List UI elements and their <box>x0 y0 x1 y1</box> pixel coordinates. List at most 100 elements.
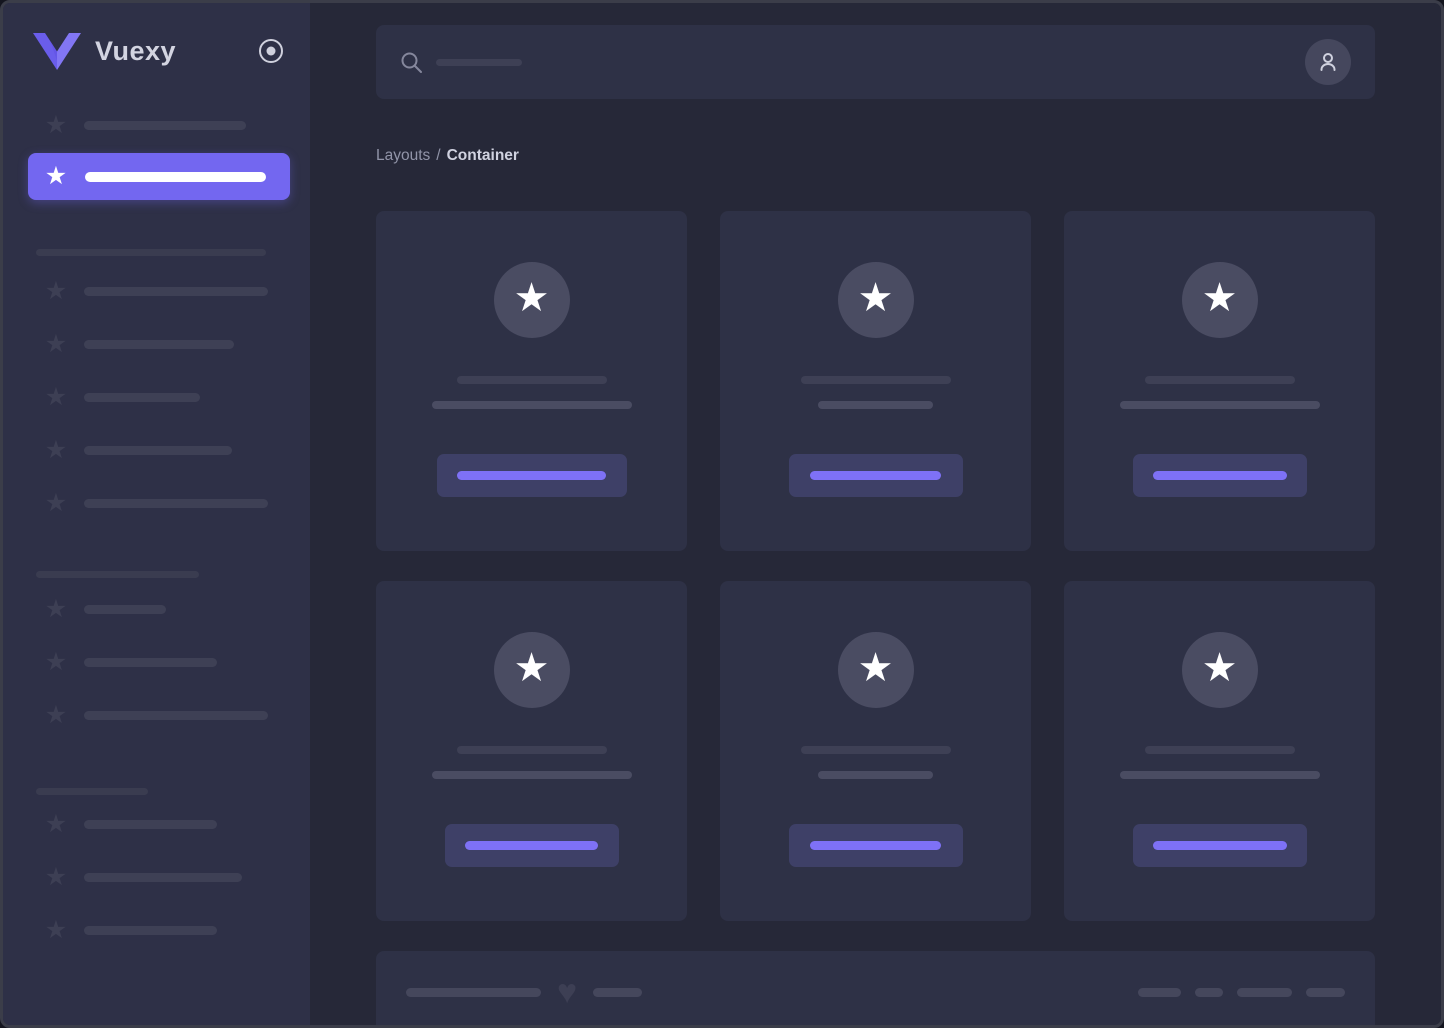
card-title-skeleton-bar <box>1144 746 1295 754</box>
card-subtitle-skeleton-bar <box>431 771 632 779</box>
search-bar[interactable] <box>376 25 1375 99</box>
sidebar-item[interactable]: ★ <box>3 477 310 530</box>
sidebar-section-divider <box>36 249 266 256</box>
footer-link-skeleton-bar <box>1306 987 1345 997</box>
brand-name: Vuexy <box>95 35 177 66</box>
breadcrumb-current: Container <box>446 147 519 164</box>
star-icon: ★ <box>44 162 68 190</box>
star-icon: ★ <box>44 701 68 729</box>
breadcrumb: Layouts / Container <box>376 147 1375 165</box>
skeleton-bar <box>84 446 232 455</box>
sidebar-header: Vuexy <box>3 3 310 99</box>
card-subtitle-skeleton-bar <box>1119 401 1320 409</box>
sidebar-item[interactable]: ★ <box>3 318 310 371</box>
card-subtitle-skeleton-bar <box>1119 771 1320 779</box>
card-button[interactable] <box>788 454 963 497</box>
sidebar-item[interactable]: ★ <box>3 424 310 477</box>
card-button[interactable] <box>1132 454 1307 497</box>
skeleton-bar <box>84 499 268 508</box>
skeleton-bar <box>84 926 217 935</box>
card-title-skeleton-bar <box>1144 376 1295 384</box>
star-icon: ★ <box>44 595 68 623</box>
star-icon: ★ <box>44 330 68 358</box>
skeleton-bar <box>84 121 246 130</box>
card-subtitle-skeleton-bar <box>818 771 933 779</box>
breadcrumb-separator: / <box>436 147 441 164</box>
sidebar-item[interactable]: ★ <box>3 583 310 636</box>
card-avatar: ★ <box>1181 632 1258 708</box>
user-avatar[interactable] <box>1305 39 1351 85</box>
sidebar-section-divider <box>36 788 148 795</box>
card-title-skeleton-bar <box>456 376 607 384</box>
footer-link-skeleton-bar <box>1138 987 1181 997</box>
card-button[interactable] <box>444 824 619 867</box>
menu-pin-toggle[interactable] <box>258 38 284 64</box>
sidebar-item[interactable]: ★ <box>3 904 310 957</box>
button-label-skeleton-bar <box>457 471 606 480</box>
placeholder-card: ★ <box>1064 581 1375 921</box>
sidebar-item[interactable]: ★ <box>3 265 310 318</box>
sidebar-item[interactable]: ★ <box>3 798 310 851</box>
star-icon: ★ <box>44 111 68 139</box>
card-avatar: ★ <box>493 262 570 338</box>
star-icon: ★ <box>44 436 68 464</box>
skeleton-bar <box>85 171 266 182</box>
star-icon: ★ <box>857 646 894 690</box>
footer-right <box>1138 978 1345 1006</box>
card-subtitle-skeleton-bar <box>818 401 933 409</box>
sidebar-nav: ★ ★ ★ ★ ★ ★ ★ ★ ★ ★ ★ ★ ★ <box>3 99 310 957</box>
placeholder-card: ★ <box>720 211 1031 551</box>
footer-left: ♥ <box>406 975 643 1009</box>
button-label-skeleton-bar <box>1152 841 1287 850</box>
footer-skeleton-bar <box>593 987 643 997</box>
skeleton-bar <box>84 711 268 720</box>
vuexy-logo-icon <box>33 32 81 70</box>
card-avatar: ★ <box>837 262 914 338</box>
skeleton-bar <box>84 658 217 667</box>
skeleton-bar <box>84 287 268 296</box>
card-button[interactable] <box>788 824 963 867</box>
button-label-skeleton-bar <box>1152 471 1287 480</box>
breadcrumb-link[interactable]: Layouts <box>376 147 430 164</box>
card-avatar: ★ <box>493 632 570 708</box>
card-avatar: ★ <box>1181 262 1258 338</box>
radio-circle-icon <box>259 39 283 63</box>
star-icon: ★ <box>44 489 68 517</box>
person-icon <box>1320 53 1336 71</box>
star-icon: ★ <box>857 276 894 320</box>
sidebar-item[interactable]: ★ <box>3 689 310 742</box>
sidebar-item-active[interactable]: ★ <box>28 153 290 200</box>
star-icon: ★ <box>513 646 550 690</box>
sidebar-item[interactable]: ★ <box>3 636 310 689</box>
skeleton-bar <box>84 873 242 882</box>
footer-link-skeleton-bar <box>1195 987 1223 997</box>
skeleton-bar <box>84 340 234 349</box>
card-grid: ★ ★ ★ ★ ★ ★ <box>376 211 1375 921</box>
card-button[interactable] <box>1132 824 1307 867</box>
search-placeholder-bar <box>436 58 522 66</box>
skeleton-bar <box>84 605 166 614</box>
skeleton-bar <box>84 820 217 829</box>
sidebar-item[interactable]: ★ <box>3 99 310 152</box>
app-window: Vuexy ★ ★ ★ ★ ★ ★ ★ ★ ★ ★ ★ ★ ★ Layouts … <box>0 0 1444 1028</box>
star-icon: ★ <box>44 277 68 305</box>
star-icon: ★ <box>44 383 68 411</box>
footer-link-skeleton-bar <box>1237 987 1292 997</box>
card-button[interactable] <box>436 454 627 497</box>
star-icon: ★ <box>44 648 68 676</box>
star-icon: ★ <box>1201 276 1238 320</box>
sidebar: Vuexy ★ ★ ★ ★ ★ ★ ★ ★ ★ ★ ★ ★ ★ <box>3 3 310 1025</box>
placeholder-card: ★ <box>376 211 687 551</box>
card-avatar: ★ <box>837 632 914 708</box>
card-title-skeleton-bar <box>800 376 951 384</box>
sidebar-item[interactable]: ★ <box>3 851 310 904</box>
button-label-skeleton-bar <box>810 471 941 480</box>
search-icon <box>400 51 423 74</box>
card-subtitle-skeleton-bar <box>431 401 632 409</box>
button-label-skeleton-bar <box>810 841 941 850</box>
sidebar-section-divider <box>36 571 199 578</box>
footer-skeleton-bar <box>406 987 541 997</box>
card-title-skeleton-bar <box>800 746 951 754</box>
sidebar-item[interactable]: ★ <box>3 371 310 424</box>
skeleton-bar <box>84 393 200 402</box>
